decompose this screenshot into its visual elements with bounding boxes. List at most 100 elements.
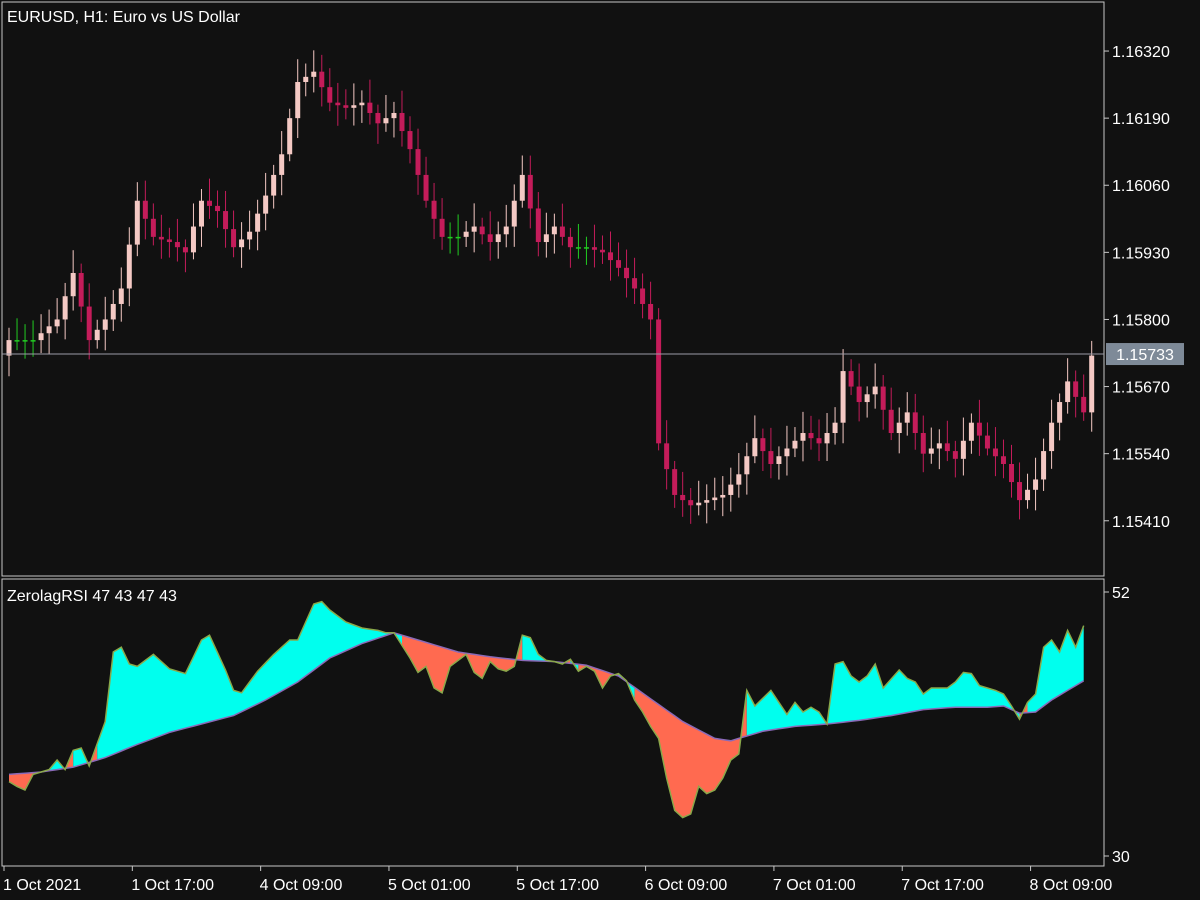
indicator-tick-label: 52 [1112, 585, 1130, 602]
candle-body [287, 118, 293, 155]
candle-body [752, 438, 758, 457]
candle-body [1009, 463, 1014, 483]
candle-body [688, 500, 694, 506]
price-tick-label: 1.15410 [1112, 514, 1170, 531]
candle-body [30, 340, 36, 342]
candle-body [535, 208, 541, 243]
candle-body [86, 306, 92, 341]
candle-body [792, 440, 798, 449]
time-tick-label: 5 Oct 01:00 [388, 877, 471, 894]
candle-body [479, 226, 485, 235]
candle-body [744, 456, 750, 475]
candle-body [808, 433, 814, 439]
candle-body [471, 226, 477, 232]
candle-body [335, 102, 341, 106]
time-tick-label: 1 Oct 2021 [3, 877, 81, 894]
candle-body [407, 131, 413, 150]
candle-body [118, 288, 124, 304]
candle-body [166, 239, 172, 243]
candle-body [519, 174, 525, 201]
candle-body [94, 329, 100, 341]
candle-body [864, 394, 870, 403]
candle-body [455, 236, 461, 239]
candle-body [848, 371, 854, 387]
candle-body [247, 231, 253, 240]
candle-body [952, 451, 958, 459]
candle-body [223, 211, 229, 230]
candle-body [896, 422, 902, 434]
candle-body [439, 218, 445, 237]
time-tick-label: 1 Oct 17:00 [131, 877, 214, 894]
candle-body [616, 260, 622, 268]
candle-body [303, 76, 309, 83]
candle-body [784, 448, 790, 457]
candle-body [174, 242, 180, 248]
candle-body [1033, 479, 1039, 490]
candle-body [696, 502, 702, 506]
price-tick-label: 1.15930 [1112, 245, 1170, 262]
candle-body [1017, 482, 1023, 501]
candle-body [567, 236, 573, 248]
candle-body [583, 247, 589, 249]
candle-body [800, 433, 806, 441]
candle-body [599, 249, 605, 253]
candle-body [327, 87, 333, 103]
candle-body [126, 244, 132, 289]
candle-body [624, 267, 630, 279]
candle-body [912, 412, 918, 434]
candle-body [487, 234, 493, 243]
candle-body [575, 247, 581, 249]
candle-body [190, 226, 196, 253]
candle-body [102, 319, 108, 330]
candle-body [367, 102, 373, 113]
price-tick-label: 1.15540 [1112, 447, 1170, 464]
candle-body [928, 448, 934, 454]
price-tick-label: 1.16060 [1112, 178, 1170, 195]
candle-body [70, 272, 76, 297]
candle-body [78, 272, 84, 307]
candle-body [231, 229, 237, 248]
candle-body [1073, 381, 1079, 397]
candle-body [158, 236, 164, 240]
candle-body [431, 200, 437, 219]
candle-body [856, 386, 862, 403]
candle-body [62, 296, 68, 320]
candle-body [134, 200, 140, 245]
candle-body [351, 105, 357, 108]
candle-body [832, 422, 838, 434]
candle-body [880, 386, 886, 410]
candle-body [263, 195, 269, 214]
candle-body [1065, 381, 1071, 403]
candle-body [640, 288, 646, 304]
candle-body [984, 435, 990, 449]
candle-body [888, 409, 894, 434]
candle-body [816, 438, 822, 444]
candle-body [375, 112, 381, 124]
candle-body [992, 448, 998, 457]
candle-body [463, 231, 469, 237]
candle-body [728, 484, 734, 495]
candle-body [904, 412, 910, 423]
price-tick-label: 1.15800 [1112, 312, 1170, 329]
candle-body [415, 149, 421, 175]
candle-body [22, 340, 28, 342]
candle-body [271, 174, 277, 196]
candle-body [38, 333, 44, 341]
candle-body [944, 443, 950, 452]
candle-body [447, 236, 453, 239]
candle-body [198, 200, 204, 227]
candle-body [840, 371, 846, 423]
candle-body [920, 433, 926, 454]
candle-body [295, 82, 301, 119]
candle-body [656, 319, 662, 444]
candle-body [591, 247, 597, 250]
candle-body [215, 205, 221, 212]
candle-body [872, 386, 878, 395]
candle-body [343, 105, 349, 108]
candle-body [182, 247, 188, 253]
candle-body [1025, 489, 1031, 501]
candle-body [1049, 422, 1055, 452]
candle-body [150, 218, 156, 237]
candle-body [503, 226, 509, 235]
time-tick-label: 4 Oct 09:00 [260, 877, 343, 894]
